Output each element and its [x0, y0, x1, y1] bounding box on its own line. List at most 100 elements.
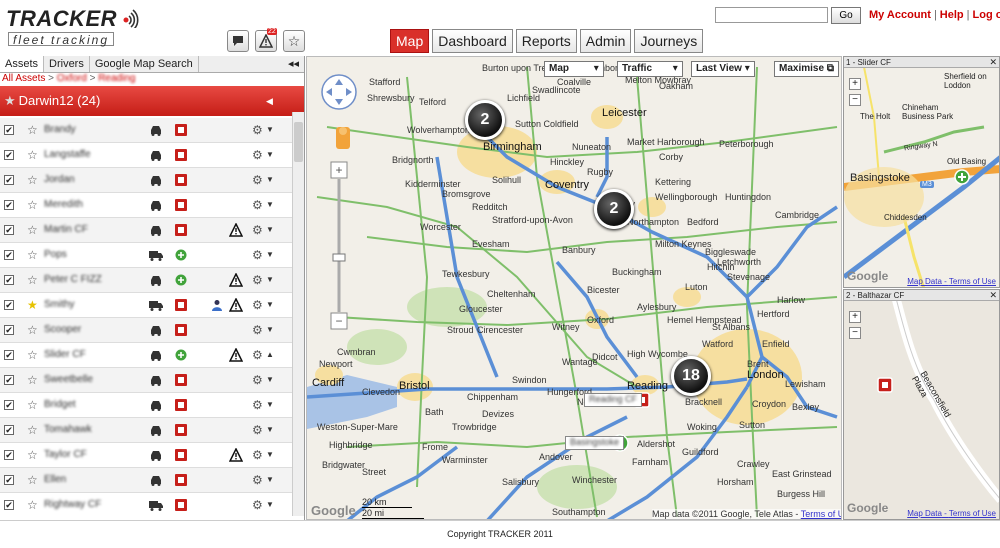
vehicle-name[interactable]: Smithy [44, 299, 106, 311]
vehicle-checkbox[interactable]: ✔ [4, 450, 14, 460]
warning-triangle-icon[interactable] [228, 347, 244, 362]
vehicle-name[interactable]: Meredith [44, 199, 106, 211]
caret-down-icon[interactable]: ▼ [266, 125, 274, 134]
map-data-link[interactable]: Map Data [907, 509, 942, 518]
alerts-button[interactable]: 22 [255, 28, 277, 52]
gear-icon[interactable]: ⚙ [252, 223, 263, 237]
zoom-slider-handle[interactable] [332, 253, 346, 262]
asset-marker-green[interactable] [954, 169, 970, 185]
vehicle-row[interactable]: ✔ ☆ Scooper ⚙ ▼ [0, 318, 292, 343]
tab-reports[interactable]: Reports [515, 29, 577, 53]
map-type-dropdown[interactable]: Map ▾ [544, 61, 604, 77]
caret-down-icon[interactable]: ▼ [266, 275, 274, 284]
vehicle-checkbox[interactable]: ✔ [4, 425, 14, 435]
vehicle-checkbox[interactable]: ✔ [4, 225, 14, 235]
main-map[interactable]: + − Burton upon Trent Loughborough Melton … [306, 56, 842, 520]
vehicle-checkbox[interactable]: ✔ [4, 500, 14, 510]
warning-triangle-icon[interactable] [228, 222, 244, 237]
tab-map[interactable]: Map [390, 29, 430, 53]
vehicle-checkbox[interactable]: ✔ [4, 400, 14, 410]
driver-icon[interactable] [211, 299, 223, 311]
vehicle-checkbox[interactable]: ✔ [4, 350, 14, 360]
gear-icon[interactable]: ⚙ [252, 448, 263, 462]
star-icon[interactable]: ☆ [27, 473, 38, 487]
maximise-button[interactable]: Maximise ⧉ [774, 61, 839, 77]
cluster-marker[interactable]: 18 [671, 356, 711, 396]
gear-icon[interactable]: ⚙ [252, 248, 263, 262]
caret-down-icon[interactable]: ▼ [266, 150, 274, 159]
vehicle-name[interactable]: Sweetbelle [44, 374, 106, 386]
caret-down-icon[interactable]: ▼ [266, 400, 274, 409]
map-data-link[interactable]: Map Data [907, 277, 942, 286]
breadcrumb-all-assets[interactable]: All Assets [2, 73, 45, 84]
vehicle-name[interactable]: Peter C FIZZ [44, 274, 106, 286]
caret-down-icon[interactable]: ▼ [266, 300, 274, 309]
star-icon[interactable]: ☆ [27, 498, 38, 512]
vehicle-row[interactable]: ✔ ☆ Slider CF ⚙ ▲ [0, 343, 292, 368]
cluster-marker[interactable]: 2 [594, 189, 634, 229]
vehicle-row[interactable]: ✔ ☆ Jordan ⚙ ▼ [0, 168, 292, 193]
vehicle-row[interactable]: ✔ ☆ Sweetbelle ⚙ ▼ [0, 368, 292, 393]
vehicle-row[interactable]: ✔ ☆ Pops ⚙ ▼ [0, 243, 292, 268]
my-account-link[interactable]: My Account [869, 9, 931, 21]
vehicle-row[interactable]: ✔ ☆ Taylor CF ⚙ ▼ [0, 443, 292, 468]
caret-down-icon[interactable]: ▼ [266, 200, 274, 209]
gear-icon[interactable]: ⚙ [252, 398, 263, 412]
vehicle-checkbox[interactable]: ✔ [4, 125, 14, 135]
vehicle-row[interactable]: ✔ ☆ Rightway CF ⚙ ▼ [0, 493, 292, 514]
gear-icon[interactable]: ⚙ [252, 148, 263, 162]
vehicle-name[interactable]: Langstaffe [44, 149, 106, 161]
vehicle-checkbox[interactable]: ✔ [4, 200, 14, 210]
vehicle-name[interactable]: Ellen [44, 474, 106, 486]
vehicle-row[interactable]: ✔ ☆ Martin CF ⚙ ▼ [0, 218, 292, 243]
caret-down-icon[interactable]: ▼ [266, 175, 274, 184]
zoom-in-button[interactable]: + [849, 311, 861, 323]
vehicle-row[interactable]: ✔ ☆ Ellen ⚙ ▼ [0, 468, 292, 493]
gear-icon[interactable]: ⚙ [252, 423, 263, 437]
star-icon[interactable]: ☆ [27, 273, 38, 287]
zoom-out-button[interactable]: − [849, 327, 861, 339]
gear-icon[interactable]: ⚙ [252, 273, 263, 287]
search-input[interactable] [715, 7, 828, 23]
gear-icon[interactable]: ⚙ [252, 298, 263, 312]
star-icon[interactable]: ☆ [27, 373, 38, 387]
caret-down-icon[interactable]: ▼ [266, 225, 274, 234]
star-icon[interactable]: ☆ [27, 323, 38, 337]
terms-of-use-link[interactable]: Terms of Use [949, 509, 996, 518]
gear-icon[interactable]: ⚙ [252, 373, 263, 387]
asset-label[interactable]: Basingstoke [565, 436, 625, 450]
vehicle-checkbox[interactable]: ✔ [4, 275, 14, 285]
star-icon[interactable]: ☆ [27, 223, 38, 237]
vehicle-name[interactable]: Taylor CF [44, 449, 106, 461]
asset-marker-red[interactable] [877, 377, 893, 393]
vehicle-checkbox[interactable]: ✔ [4, 375, 14, 385]
vehicle-name[interactable]: Tomahawk [44, 424, 106, 436]
warning-triangle-icon[interactable] [228, 447, 244, 462]
star-icon[interactable]: ★ [27, 298, 38, 312]
tab-journeys[interactable]: Journeys [634, 29, 704, 53]
caret-down-icon[interactable]: ▼ [266, 425, 274, 434]
scrollbar-thumb[interactable] [294, 122, 303, 162]
vehicle-checkbox[interactable]: ✔ [4, 300, 14, 310]
caret-down-icon[interactable]: ▼ [266, 375, 274, 384]
star-icon[interactable]: ☆ [27, 148, 38, 162]
tab-admin[interactable]: Admin [579, 29, 632, 53]
traffic-dropdown[interactable]: Traffic ▾ [617, 61, 683, 77]
gear-icon[interactable]: ⚙ [252, 198, 263, 212]
mini-map-balthazar-cf[interactable]: 2 - Balthazar CF ✕ + − Beaconsfield Plaz… [843, 289, 1000, 520]
caret-down-icon[interactable]: ▼ [266, 250, 274, 259]
breadcrumb-level-1[interactable]: Oxford [57, 73, 87, 84]
go-button[interactable]: Go [831, 7, 861, 24]
vehicle-checkbox[interactable]: ✔ [4, 150, 14, 160]
star-icon[interactable]: ☆ [27, 248, 38, 262]
terms-of-use-link[interactable]: Terms of Use [949, 277, 996, 286]
vehicle-row[interactable]: ✔ ★ Smithy ⚙ ▼ [0, 293, 292, 318]
star-icon[interactable]: ☆ [27, 423, 38, 437]
tab-google-map-search[interactable]: Google Map Search [90, 56, 199, 72]
mini-map-slider-cf[interactable]: 1 - Slider CF ✕ + − Sherfield on Loddon … [843, 56, 1000, 288]
cluster-marker[interactable]: 2 [465, 100, 505, 140]
gear-icon[interactable]: ⚙ [252, 173, 263, 187]
gear-icon[interactable]: ⚙ [252, 323, 263, 337]
vehicle-checkbox[interactable]: ✔ [4, 475, 14, 485]
last-view-dropdown[interactable]: Last View ▾ [691, 61, 755, 77]
